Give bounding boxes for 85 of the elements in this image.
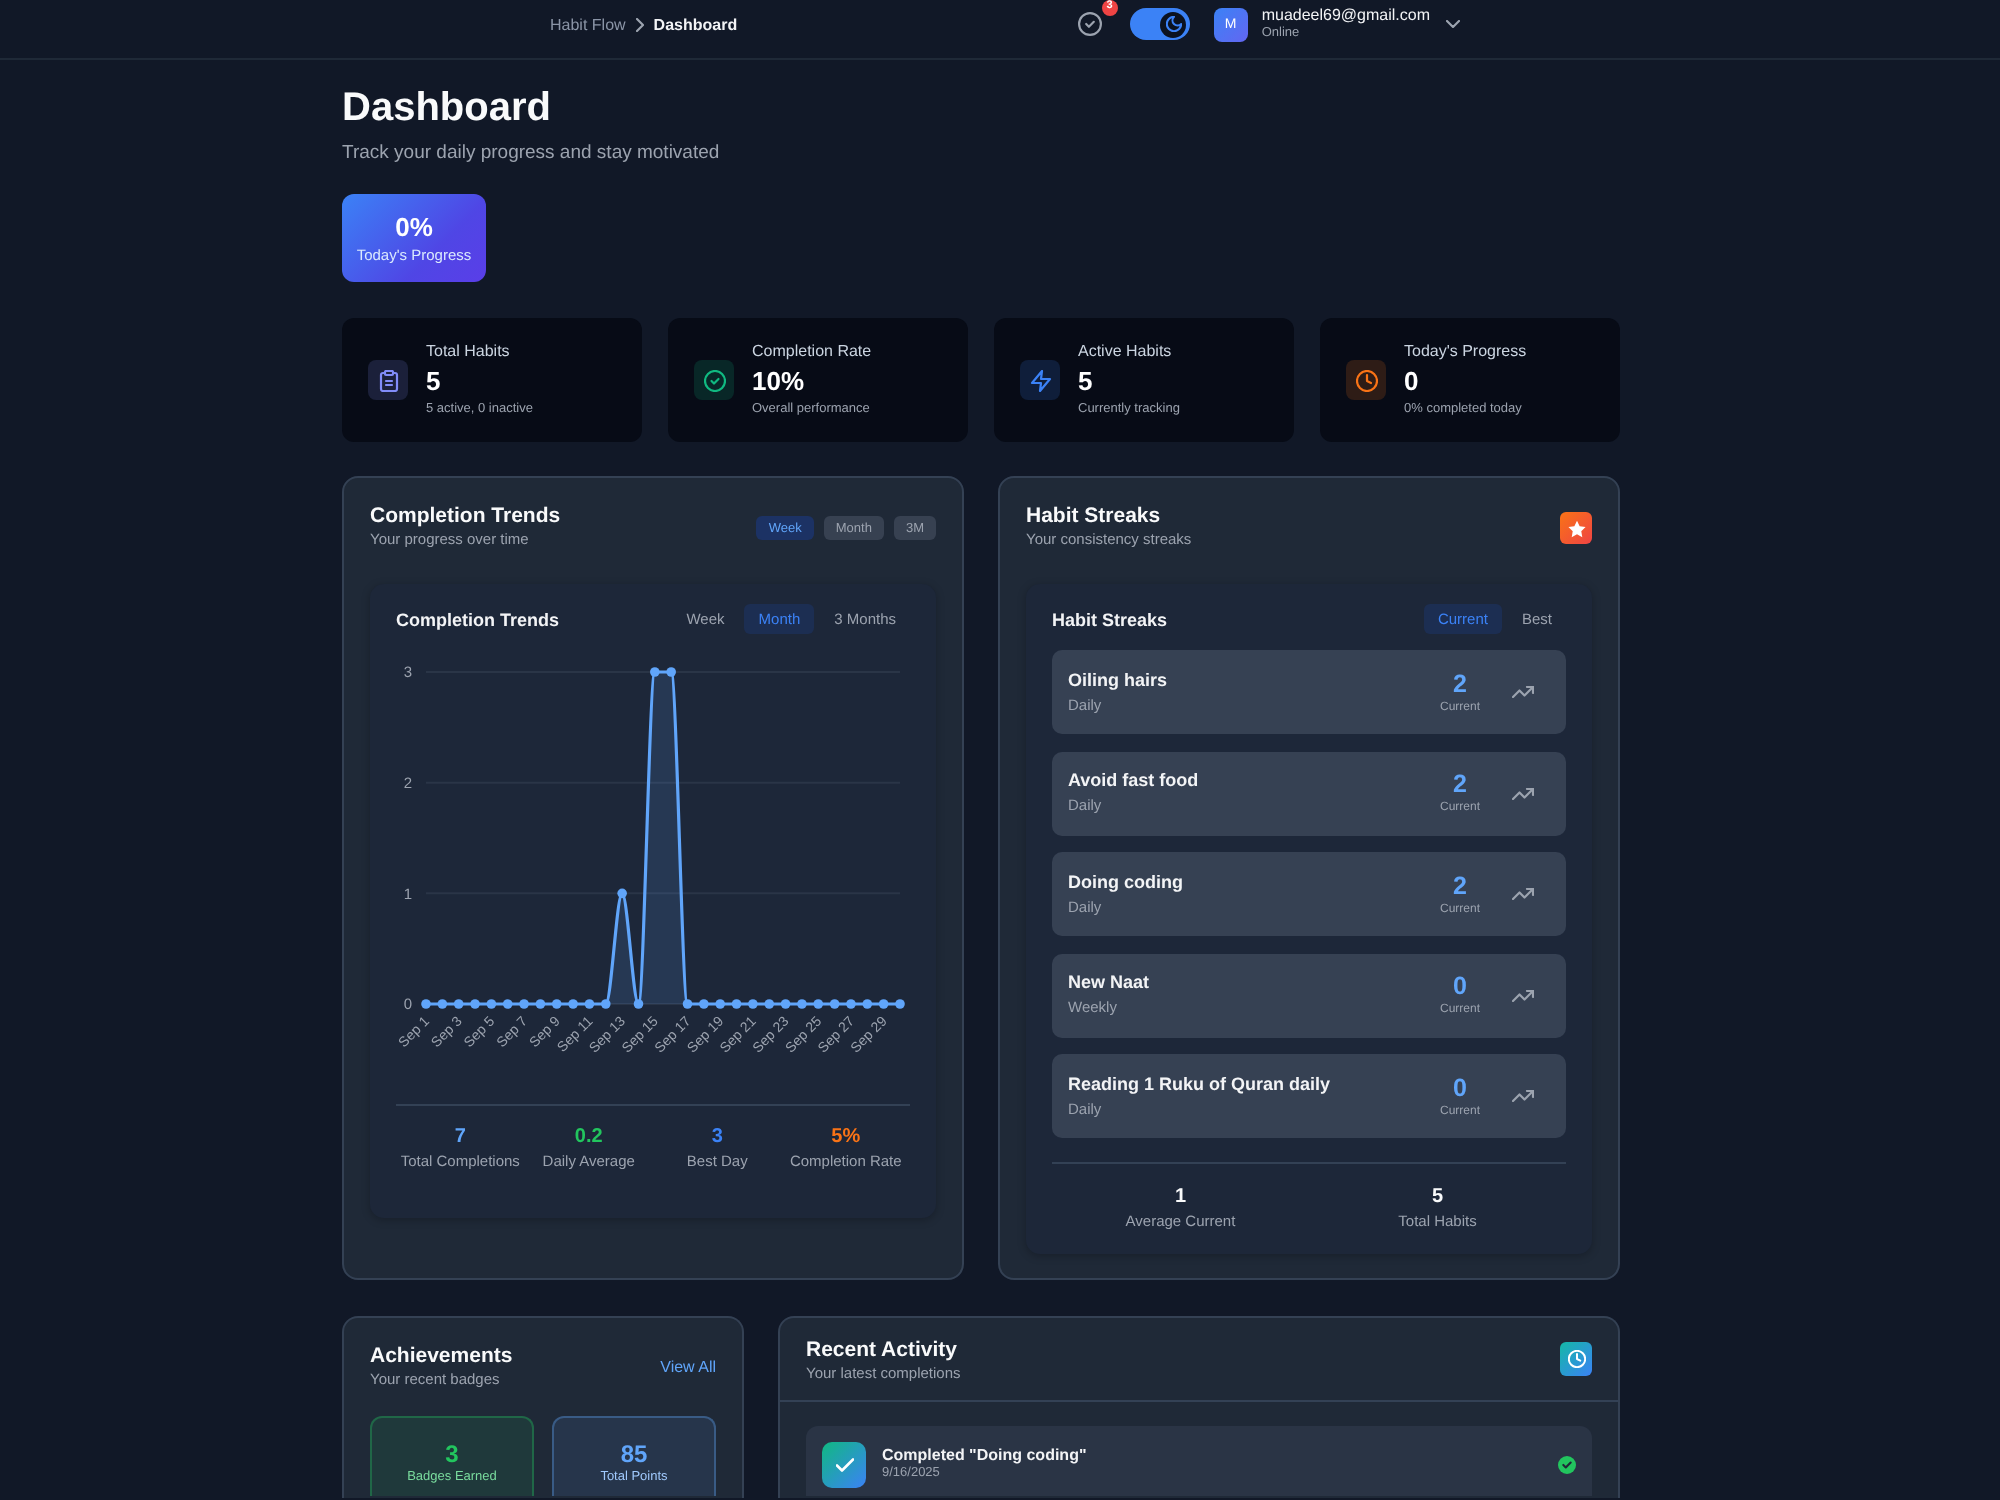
data-point bbox=[715, 999, 725, 1009]
data-point bbox=[633, 999, 644, 1009]
theme-toggle[interactable] bbox=[1129, 8, 1190, 40]
view-all-link[interactable]: View All bbox=[660, 1358, 716, 1376]
page-title: Dashboard bbox=[342, 86, 551, 130]
data-point bbox=[862, 999, 873, 1009]
streak-count: 0 bbox=[1453, 972, 1467, 1000]
lightning-icon bbox=[1020, 360, 1060, 400]
trending-up-icon bbox=[1512, 1090, 1534, 1102]
data-point bbox=[797, 999, 807, 1009]
data-point bbox=[601, 999, 611, 1009]
data-point bbox=[780, 999, 791, 1009]
data-point bbox=[650, 667, 660, 677]
panel-title: Completion Trends bbox=[370, 504, 561, 530]
streak-count: 2 bbox=[1453, 669, 1467, 697]
data-point bbox=[421, 999, 431, 1009]
clock-icon bbox=[1560, 1342, 1592, 1376]
data-point bbox=[878, 999, 889, 1009]
panel-title: Achievements bbox=[370, 1344, 513, 1370]
trending-up-icon bbox=[1512, 888, 1534, 900]
check-icon bbox=[822, 1442, 866, 1488]
streak-count: 2 bbox=[1453, 770, 1467, 798]
data-point bbox=[535, 999, 546, 1009]
data-point bbox=[682, 999, 693, 1009]
stat-value: 5 bbox=[1078, 366, 1093, 396]
progress-value: 0% bbox=[395, 212, 433, 242]
chevron-down-icon[interactable] bbox=[1446, 20, 1460, 28]
stat-label: Today's Progress bbox=[1404, 342, 1527, 362]
data-point bbox=[470, 999, 480, 1009]
breadcrumb-link[interactable]: Habit Flow bbox=[550, 15, 626, 33]
trending-up-icon bbox=[1512, 787, 1534, 799]
clipboard-icon bbox=[368, 360, 408, 400]
activity-text: Completed "Doing coding" bbox=[882, 1446, 1087, 1466]
stat-label: Active Habits bbox=[1078, 342, 1172, 362]
data-point bbox=[846, 999, 856, 1009]
summary-value: 1 bbox=[1174, 1186, 1187, 1210]
chart-title: Completion Trends bbox=[396, 609, 560, 629]
data-point bbox=[437, 999, 448, 1009]
stat-value: 0 bbox=[1404, 366, 1419, 396]
data-point bbox=[748, 999, 758, 1009]
panel-title: Habit Streaks bbox=[1026, 504, 1161, 530]
summary-value: 5 bbox=[1431, 1186, 1444, 1210]
summary-value: 5% bbox=[831, 1126, 861, 1150]
stat-label: Total Habits bbox=[426, 342, 510, 362]
stat-value: 5 bbox=[426, 366, 441, 396]
data-point bbox=[617, 888, 627, 899]
habit-name: Doing coding bbox=[1068, 871, 1183, 893]
summary-value: 0.2 bbox=[574, 1126, 603, 1150]
data-point bbox=[584, 999, 595, 1009]
data-point bbox=[764, 999, 775, 1009]
summary-value: 7 bbox=[454, 1126, 466, 1150]
card-title: Habit Streaks bbox=[1052, 609, 1168, 629]
data-point bbox=[568, 999, 578, 1009]
data-point bbox=[551, 999, 562, 1009]
habit-name: Oiling hairs bbox=[1068, 669, 1168, 691]
check-circle-icon[interactable] bbox=[1077, 12, 1102, 36]
clock-icon bbox=[1346, 360, 1386, 400]
habit-name: New Naat bbox=[1068, 972, 1150, 994]
tile-value: 85 bbox=[620, 1440, 648, 1468]
page-subtitle: Track your daily progress and stay motivated bbox=[342, 142, 720, 166]
stat-value: 10% bbox=[752, 366, 805, 396]
panel-title: Recent Activity bbox=[806, 1338, 957, 1364]
data-point bbox=[829, 999, 840, 1009]
habit-name: Avoid fast food bbox=[1068, 770, 1199, 792]
data-point bbox=[519, 999, 529, 1009]
trending-up-icon bbox=[1512, 989, 1534, 1001]
data-point bbox=[502, 999, 513, 1009]
tile-value: 3 bbox=[445, 1440, 459, 1468]
moon-icon bbox=[1160, 11, 1187, 37]
breadcrumb-link[interactable]: Dashboard bbox=[653, 15, 738, 33]
data-point bbox=[486, 999, 497, 1009]
data-point bbox=[699, 999, 709, 1009]
data-point bbox=[895, 999, 905, 1009]
data-point bbox=[453, 999, 464, 1009]
chevron-right-icon bbox=[635, 17, 644, 31]
streak-count: 0 bbox=[1453, 1073, 1467, 1101]
data-point bbox=[666, 667, 676, 677]
trending-up-icon bbox=[1512, 686, 1534, 698]
habit-name: Reading 1 Ruku of Quran daily bbox=[1068, 1073, 1331, 1095]
summary-value: 3 bbox=[711, 1126, 723, 1150]
data-point bbox=[813, 999, 824, 1009]
data-point bbox=[731, 999, 742, 1009]
user-email: muadeel69@gmail.com bbox=[1261, 6, 1430, 26]
stat-label: Completion Rate bbox=[752, 342, 872, 362]
streak-count: 2 bbox=[1453, 871, 1467, 899]
